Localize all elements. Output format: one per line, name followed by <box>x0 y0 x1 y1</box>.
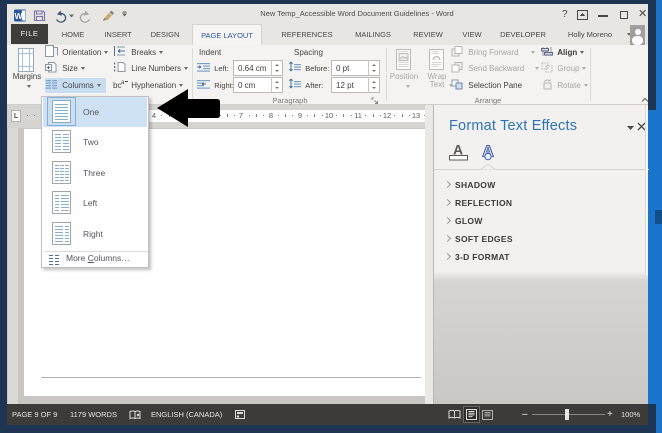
svg-text:a: a <box>121 80 125 86</box>
svg-text:W: W <box>14 11 23 21</box>
